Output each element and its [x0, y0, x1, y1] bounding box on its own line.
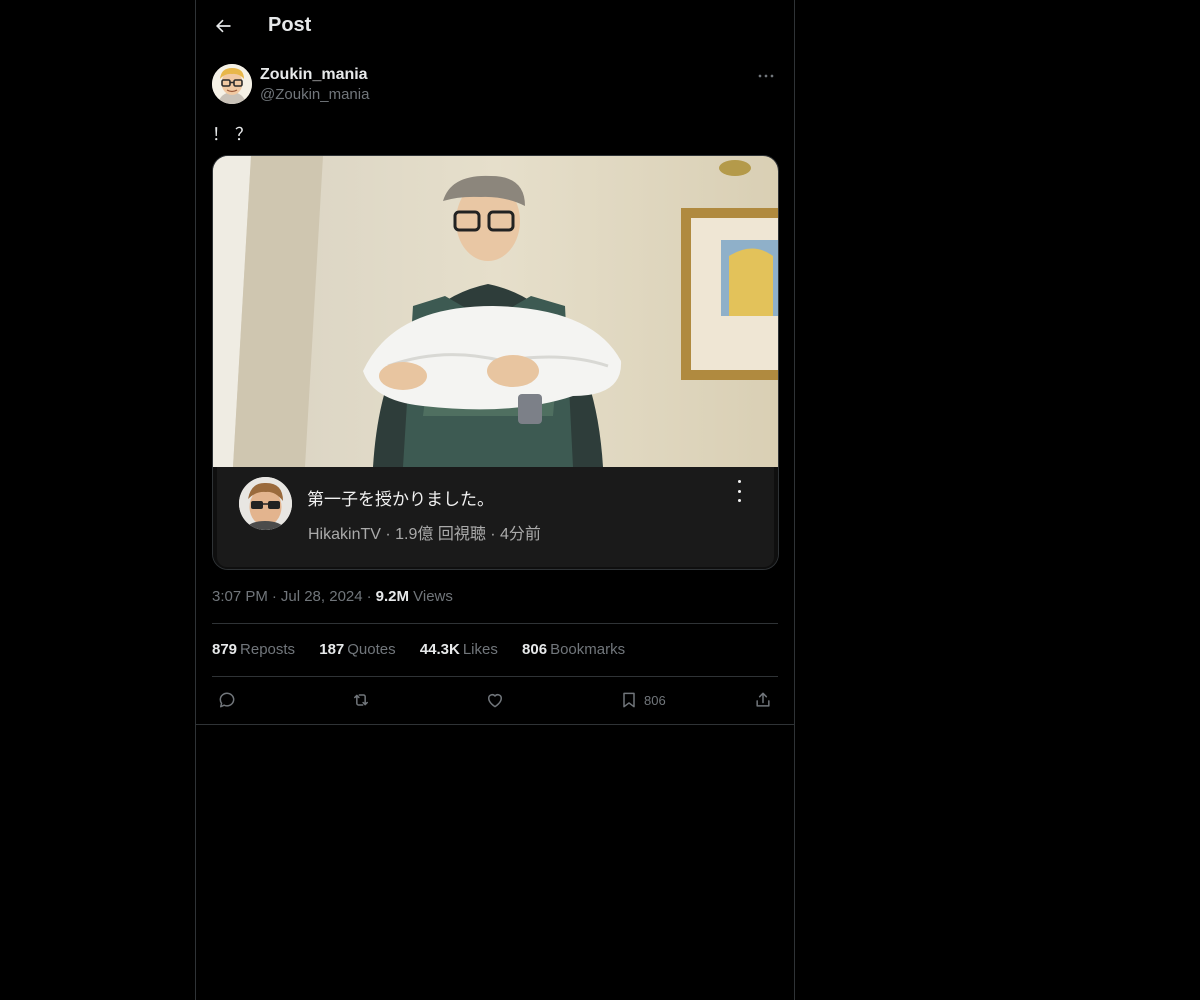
share-button[interactable]: [753, 686, 773, 714]
reply-button[interactable]: [217, 686, 237, 714]
divider: [212, 623, 778, 624]
back-button[interactable]: [210, 13, 236, 39]
more-options-button[interactable]: [754, 66, 778, 86]
arrow-left-icon: [216, 19, 231, 33]
stat-reposts[interactable]: 879 Reposts: [212, 641, 295, 658]
bookmark-button[interactable]: 806: [619, 686, 666, 714]
channel-avatar: [239, 477, 292, 530]
author-handle[interactable]: @Zoukin_mania: [260, 85, 369, 105]
author-display-name[interactable]: Zoukin_mania: [260, 65, 369, 85]
post-date[interactable]: Jul 28, 2024: [281, 588, 363, 605]
stat-likes[interactable]: 44.3K Likes: [420, 641, 498, 658]
post-author: Zoukin_mania @Zoukin_mania: [212, 64, 778, 106]
divider: [196, 724, 794, 725]
repost-icon: [354, 694, 368, 706]
post-actions: 806: [196, 686, 794, 716]
bookmark-icon: [623, 692, 635, 708]
heart-icon: [488, 694, 502, 708]
like-button[interactable]: [485, 686, 505, 714]
divider: [212, 676, 778, 677]
post-time[interactable]: 3:07 PM: [212, 588, 268, 605]
views-count: 9.2M: [375, 588, 409, 605]
page-title: Post: [268, 14, 312, 36]
post-media[interactable]: 第一子を授かりました。 HikakinTV · 1.9億 回視聴 · 4分前: [212, 155, 779, 570]
main-column: Post Zoukin_mania @Zoukin_mania ！？ 第一子を授…: [195, 0, 795, 1000]
video-title: 第一子を授かりました。: [307, 490, 494, 509]
author-names: Zoukin_mania @Zoukin_mania: [260, 65, 369, 105]
stat-quotes[interactable]: 187 Quotes: [319, 641, 395, 658]
top-bar: Post: [196, 0, 794, 53]
video-channel-meta: HikakinTV · 1.9億 回視聴 · 4分前: [308, 526, 541, 543]
cartoon-face-image: [212, 64, 252, 104]
meta-separator: ·: [366, 588, 372, 605]
meta-separator: ·: [271, 588, 277, 605]
repost-button[interactable]: [351, 686, 371, 714]
post-text: ！？: [212, 125, 258, 144]
video-info-panel: 第一子を授かりました。 HikakinTV · 1.9億 回視聴 · 4分前: [217, 467, 774, 567]
reply-icon: [219, 692, 235, 708]
more-vertical-icon: [734, 480, 744, 502]
video-thumbnail-image: [213, 156, 778, 467]
post-stats: 879 Reposts 187 Quotes 44.3K Likes 806 Bookm…: [212, 641, 645, 658]
post-meta: 3:07 PM · Jul 28, 2024 · 9.2M Views: [212, 588, 453, 605]
views-label: Views: [413, 588, 453, 605]
stat-bookmarks[interactable]: 806 Bookmarks: [522, 641, 625, 658]
channel-avatar-image: [239, 477, 292, 530]
share-icon: [756, 692, 770, 707]
author-avatar[interactable]: [212, 64, 252, 104]
bookmark-count: 806: [644, 692, 666, 708]
more-horizontal-icon: [758, 74, 774, 78]
video-info-bar: 第一子を授かりました。 HikakinTV · 1.9億 回視聴 · 4分前: [213, 467, 778, 569]
